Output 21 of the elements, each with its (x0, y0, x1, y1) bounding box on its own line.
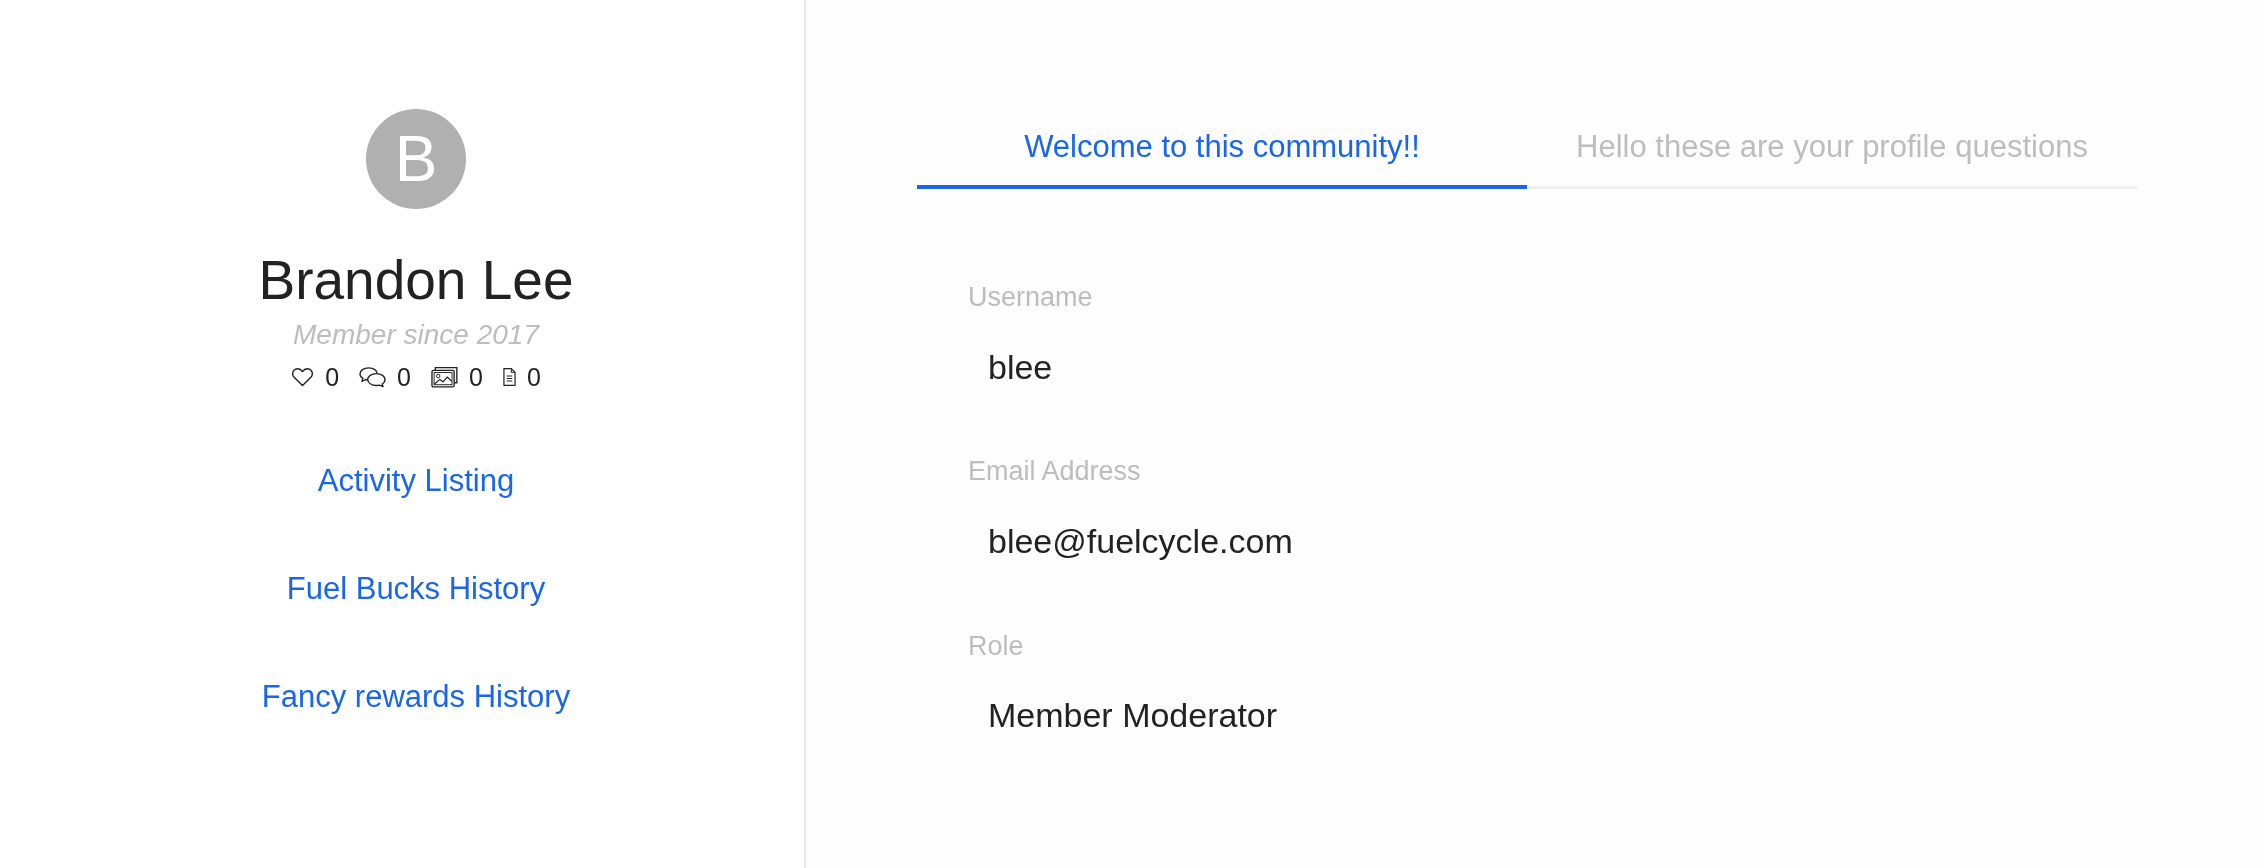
document-icon (502, 366, 516, 387)
heart-icon (291, 366, 315, 387)
field-label: Role (968, 629, 1025, 662)
sidebar-link[interactable]: Fuel Bucks History (286, 570, 546, 608)
images-icon (431, 365, 458, 388)
profile-name: Brandon Lee (258, 249, 574, 313)
field-label: Email Address (968, 455, 1142, 488)
stat-count: 0 (469, 361, 483, 392)
field-value: Member Moderator (987, 694, 1279, 736)
stat-count: 0 (325, 361, 340, 392)
speech-bubbles-icon (359, 365, 387, 388)
sidebar-link[interactable]: Fancy rewards History (261, 678, 571, 716)
field-label: Username (968, 281, 1094, 314)
avatar: B (366, 109, 466, 209)
field-value: blee (987, 346, 1054, 388)
field-value: blee@fuelcycle.com (987, 520, 1294, 562)
stat-count: 0 (526, 361, 541, 392)
tab[interactable]: Welcome to this community!! (917, 108, 1527, 190)
sidebar-link[interactable]: Activity Listing (317, 461, 515, 500)
member-since: Member since 2017 (293, 318, 539, 352)
stat-count: 0 (397, 361, 411, 392)
